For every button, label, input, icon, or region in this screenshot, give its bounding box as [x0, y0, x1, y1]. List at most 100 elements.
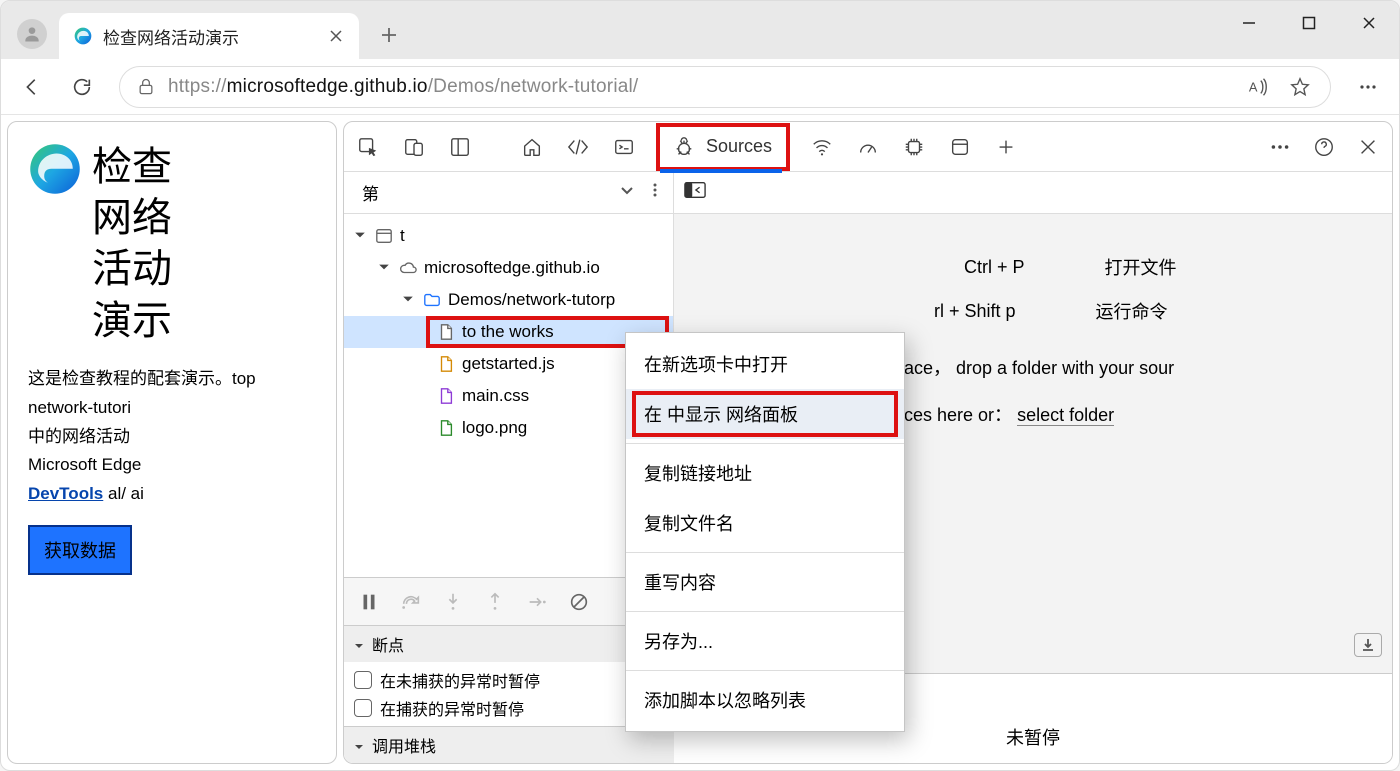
shortcut-label: 运行命令	[1096, 298, 1168, 324]
inspect-element-icon[interactable]	[354, 133, 382, 161]
panel-layout-icon[interactable]	[446, 133, 474, 161]
checkbox-row[interactable]: 在未捕获的异常时暂停	[354, 666, 664, 694]
separator	[626, 443, 904, 444]
css-file-icon	[436, 386, 456, 406]
url-text: https://microsoftedge.github.io/Demos/ne…	[168, 76, 638, 98]
context-menu: 在新选项卡中打开 在 中显示 网络面板 复制链接地址 复制文件名 重写内容 另存…	[625, 332, 905, 732]
bug-icon	[670, 133, 698, 161]
network-tab-icon[interactable]	[808, 133, 836, 161]
ctx-reveal-in-network[interactable]: 在 中显示 网络面板	[626, 389, 904, 439]
cloud-icon	[398, 258, 418, 278]
step-out-icon[interactable]	[482, 589, 508, 615]
address-bar[interactable]: https://microsoftedge.github.io/Demos/ne…	[119, 66, 1331, 108]
elements-tab-icon[interactable]	[564, 133, 592, 161]
welcome-tab-icon[interactable]	[518, 133, 546, 161]
memory-tab-icon[interactable]	[900, 133, 928, 161]
folder-icon	[422, 290, 442, 310]
refresh-button[interactable]	[61, 66, 103, 108]
minimize-button[interactable]	[1219, 1, 1279, 45]
hint-text: ces here or：	[904, 405, 1012, 425]
pause-icon[interactable]	[356, 589, 382, 615]
step-into-icon[interactable]	[440, 589, 466, 615]
shortcut-label: 打开文件	[1105, 254, 1177, 280]
tree-top[interactable]: t	[344, 220, 673, 252]
browser-window: 检查网络活动演示 https://microsoftedge.github.io…	[0, 0, 1400, 771]
tree-label: getstarted.js	[462, 354, 555, 374]
toggle-sidebar-icon[interactable]	[684, 181, 706, 204]
caret-down-icon	[354, 638, 366, 650]
tree-label: t	[400, 226, 405, 246]
shortcut-key: rl + Shift p	[934, 301, 1016, 322]
maximize-button[interactable]	[1279, 1, 1339, 45]
chevron-down-icon[interactable]	[619, 182, 635, 203]
navigator-tab-page[interactable]: 第	[354, 180, 387, 205]
ctx-copy-link[interactable]: 复制链接地址	[626, 448, 904, 498]
performance-tab-icon[interactable]	[854, 133, 882, 161]
address-row: https://microsoftedge.github.io/Demos/ne…	[1, 59, 1399, 115]
section-label: 断点	[372, 632, 404, 656]
step-over-icon[interactable]	[398, 589, 424, 615]
js-file-icon	[436, 354, 456, 374]
ctx-copy-filename[interactable]: 复制文件名	[626, 498, 904, 548]
tab-close-button[interactable]	[327, 27, 345, 45]
document-icon	[436, 322, 456, 342]
favorite-icon[interactable]	[1286, 73, 1314, 101]
caret-down-icon	[402, 293, 416, 307]
tree-label: logo.png	[462, 418, 527, 438]
lock-icon	[136, 77, 156, 97]
navigator-tabs: 第	[344, 172, 673, 214]
tree-file-img[interactable]: logo.png	[344, 412, 673, 444]
close-window-button[interactable]	[1339, 1, 1399, 45]
new-tab-button[interactable]	[369, 15, 409, 55]
back-button[interactable]	[11, 66, 53, 108]
edge-logo-icon	[28, 142, 82, 196]
window-icon	[374, 226, 394, 246]
sources-tab[interactable]: Sources	[664, 122, 778, 172]
step-icon[interactable]	[524, 589, 550, 615]
separator	[626, 611, 904, 612]
tree-file-selected[interactable]: to the works	[344, 316, 673, 348]
help-icon[interactable]	[1310, 133, 1338, 161]
separator	[626, 670, 904, 671]
ctx-open-new-tab[interactable]: 在新选项卡中打开	[626, 339, 904, 389]
page-heading: 检查 网络 活动 演示	[92, 142, 172, 347]
tree-host[interactable]: microsoftedge.github.io	[344, 252, 673, 284]
deactivate-breakpoints-icon[interactable]	[566, 589, 592, 615]
ctx-override-content[interactable]: 重写内容	[626, 557, 904, 607]
caret-down-icon	[354, 739, 366, 751]
read-aloud-icon[interactable]: A	[1244, 73, 1272, 101]
close-devtools-icon[interactable]	[1354, 133, 1382, 161]
checkbox-label: 在捕获的异常时暂停	[380, 696, 524, 720]
settings-menu-button[interactable]	[1347, 66, 1389, 108]
download-badge-icon[interactable]	[1354, 633, 1382, 657]
browser-tab[interactable]: 检查网络活动演示	[59, 13, 359, 59]
select-folder-link[interactable]: select folder	[1017, 405, 1114, 426]
section-label: 调用堆栈	[372, 733, 436, 757]
titlebar: 检查网络活动演示	[1, 1, 1399, 59]
tree-file-js[interactable]: getstarted.js	[344, 348, 673, 380]
checkbox-row[interactable]: 在捕获的异常时暂停	[354, 694, 664, 722]
get-data-button[interactable]: 获取数据	[28, 525, 132, 575]
checkbox-icon[interactable]	[354, 671, 372, 689]
caret-down-icon	[378, 261, 392, 275]
svg-text:A: A	[1249, 79, 1258, 94]
console-tab-icon[interactable]	[610, 133, 638, 161]
window-controls	[1219, 1, 1399, 45]
ctx-save-as[interactable]: 另存为...	[626, 616, 904, 666]
tree-label: microsoftedge.github.io	[424, 258, 600, 278]
tree-folder[interactable]: Demos/network-tutorp	[344, 284, 673, 316]
ctx-add-ignore-list[interactable]: 添加脚本以忽略列表	[626, 675, 904, 725]
sources-tab-label: Sources	[706, 136, 772, 157]
tree-label: main.css	[462, 386, 529, 406]
more-tabs-button[interactable]	[992, 133, 1020, 161]
content-toolbar	[674, 172, 1392, 214]
sources-tab-highlighted: Sources	[656, 123, 790, 171]
devtools-link[interactable]: DevTools	[28, 484, 103, 503]
kebab-menu-icon[interactable]	[647, 182, 663, 203]
device-emulation-icon[interactable]	[400, 133, 428, 161]
application-tab-icon[interactable]	[946, 133, 974, 161]
tree-file-css[interactable]: main.css	[344, 380, 673, 412]
checkbox-icon[interactable]	[354, 699, 372, 717]
profile-avatar[interactable]	[17, 19, 47, 49]
devtools-more-icon[interactable]	[1266, 133, 1294, 161]
